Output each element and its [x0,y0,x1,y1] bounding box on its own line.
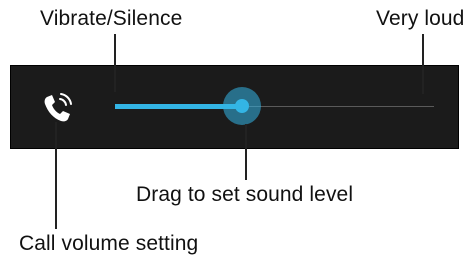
phone-ringing-icon [41,91,77,125]
call-volume-panel [10,65,459,149]
drag-hint-label: Drag to set sound level [136,183,354,206]
drag-hint-pointer [245,124,247,180]
call-volume-label: Call volume setting [19,232,199,255]
volume-slider-track[interactable] [241,106,434,107]
very-loud-pointer [422,34,424,94]
vibrate-silence-label: Vibrate/Silence [40,7,183,30]
call-volume-pointer [55,122,57,229]
volume-slider-thumb[interactable] [222,87,261,125]
volume-slider-thumb-core [234,99,249,113]
very-loud-label: Very loud [376,7,465,30]
vibrate-silence-pointer [114,34,116,92]
